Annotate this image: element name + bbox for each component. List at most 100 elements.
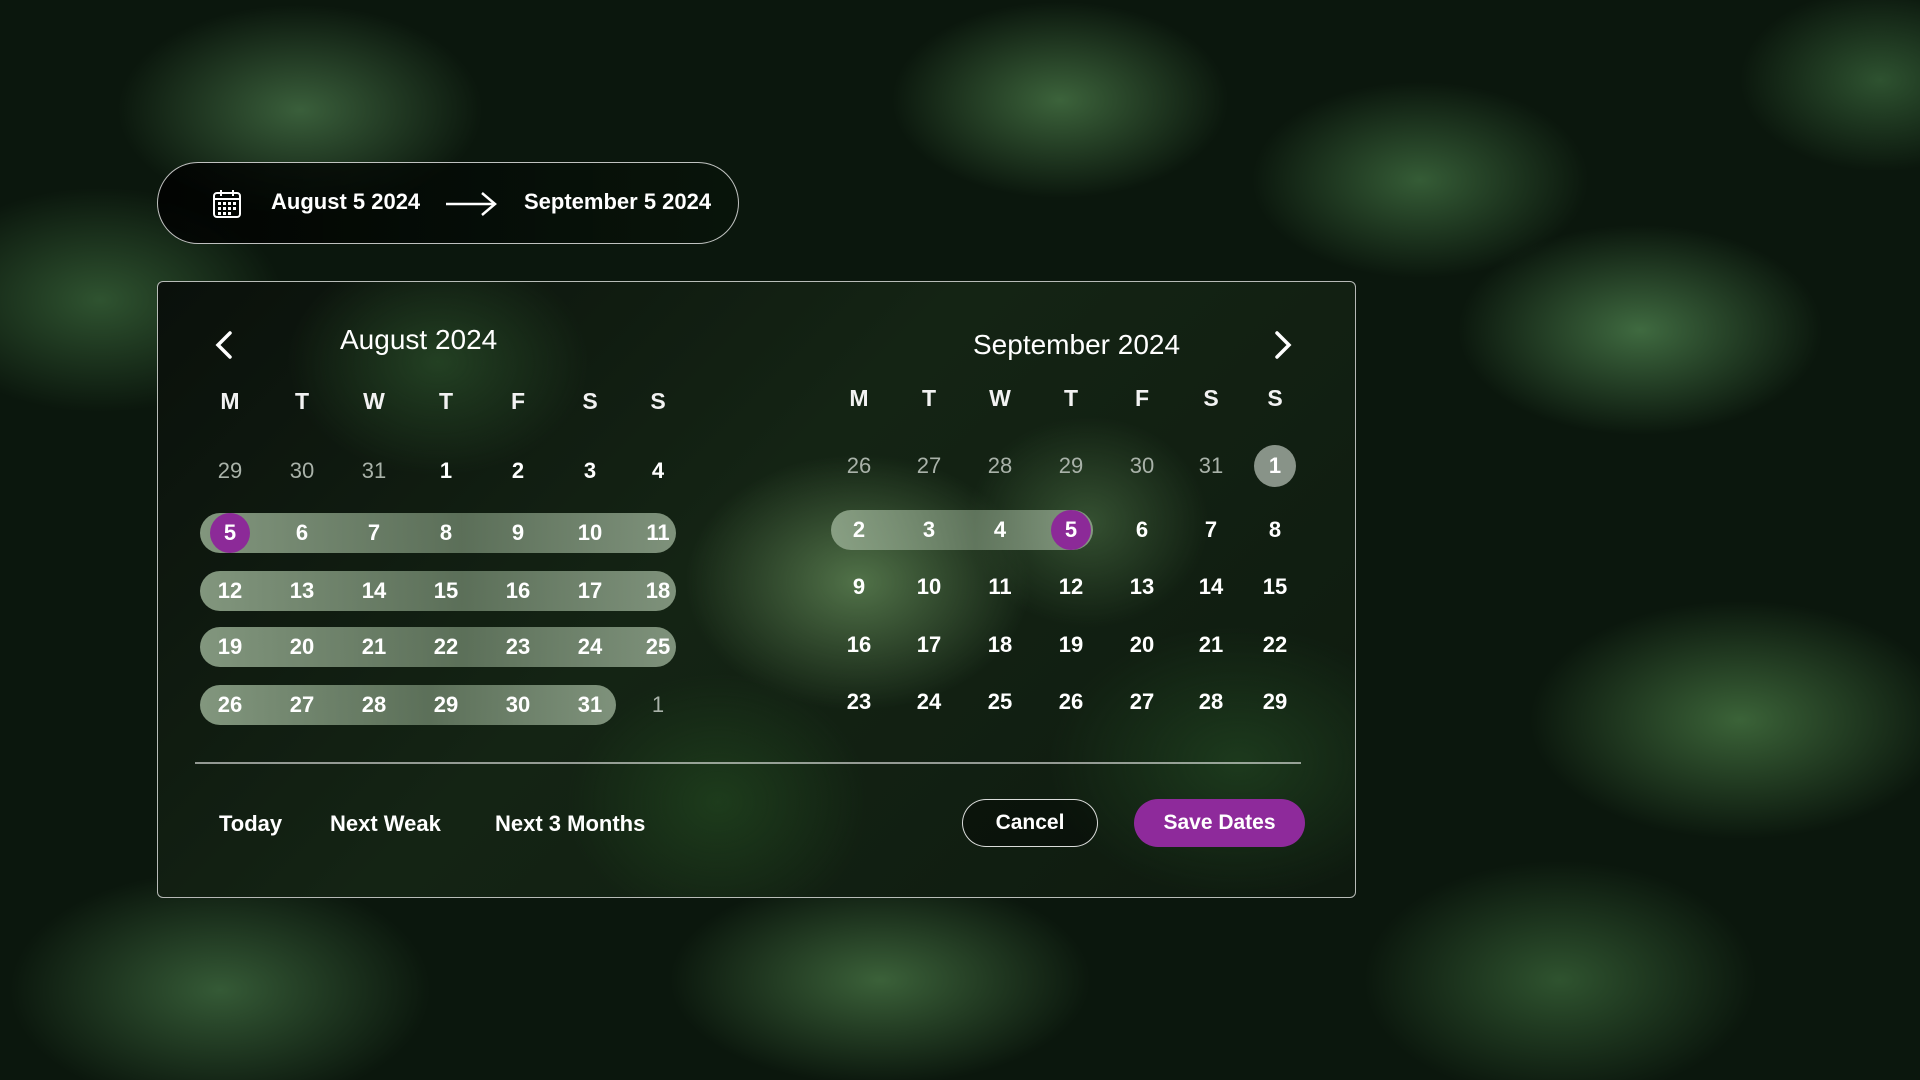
right-day-cell[interactable]: 28 — [978, 446, 1022, 486]
right-day-cell[interactable]: 28 — [1189, 682, 1233, 722]
left-day-cell[interactable]: 30 — [496, 685, 540, 725]
quick-next-3-months-button[interactable]: Next 3 Months — [495, 811, 645, 837]
right-month-title: September 2024 — [973, 329, 1180, 361]
left-day-cell[interactable]: 3 — [568, 451, 612, 491]
left-weekday-6: S — [650, 388, 666, 414]
right-weekday-4: F — [1134, 385, 1150, 411]
left-month-name: August — [340, 324, 428, 355]
right-day-cell[interactable]: 26 — [837, 446, 881, 486]
right-day-cell[interactable]: 12 — [1049, 567, 1093, 607]
left-day-cell[interactable]: 21 — [352, 627, 396, 667]
right-day-cell[interactable]: 24 — [907, 682, 951, 722]
left-day-cell[interactable]: 5 — [210, 513, 250, 553]
chevron-right-icon[interactable] — [1265, 325, 1301, 365]
left-day-cell[interactable]: 14 — [352, 571, 396, 611]
right-day-cell[interactable]: 14 — [1189, 567, 1233, 607]
right-day-cell[interactable]: 21 — [1189, 625, 1233, 665]
left-day-cell[interactable]: 22 — [424, 627, 468, 667]
right-day-cell[interactable]: 18 — [978, 625, 1022, 665]
left-day-cell[interactable]: 31 — [568, 685, 612, 725]
right-day-cell[interactable]: 9 — [837, 567, 881, 607]
left-day-cell[interactable]: 7 — [352, 513, 396, 553]
left-day-cell[interactable]: 31 — [352, 451, 396, 491]
right-day-cell[interactable]: 20 — [1120, 625, 1164, 665]
left-day-cell[interactable]: 15 — [424, 571, 468, 611]
right-day-cell[interactable]: 4 — [978, 510, 1022, 550]
right-month-name: September — [973, 329, 1110, 360]
right-day-cell[interactable]: 30 — [1120, 446, 1164, 486]
left-day-cell[interactable]: 26 — [208, 685, 252, 725]
left-day-cell[interactable]: 19 — [208, 627, 252, 667]
right-day-cell[interactable]: 26 — [1049, 682, 1093, 722]
right-day-cell[interactable]: 10 — [907, 567, 951, 607]
left-weekday-1: T — [294, 388, 310, 414]
right-day-cell[interactable]: 27 — [907, 446, 951, 486]
right-month-year: 2024 — [1117, 329, 1181, 360]
left-day-cell[interactable]: 6 — [280, 513, 324, 553]
left-day-cell[interactable]: 12 — [208, 571, 252, 611]
left-day-cell[interactable]: 24 — [568, 627, 612, 667]
right-day-cell[interactable]: 22 — [1253, 625, 1297, 665]
left-day-cell[interactable]: 25 — [636, 627, 680, 667]
left-day-cell[interactable]: 1 — [424, 451, 468, 491]
right-day-cell[interactable]: 31 — [1189, 446, 1233, 486]
range-bar-aug-week5 — [200, 685, 616, 725]
left-day-cell[interactable]: 28 — [352, 685, 396, 725]
right-day-cell[interactable]: 2 — [837, 510, 881, 550]
quick-today-button[interactable]: Today — [219, 811, 282, 837]
left-day-cell[interactable]: 2 — [496, 451, 540, 491]
right-day-cell[interactable]: 19 — [1049, 625, 1093, 665]
left-day-cell[interactable]: 20 — [280, 627, 324, 667]
cancel-button[interactable]: Cancel — [962, 799, 1098, 847]
left-weekday-5: S — [582, 388, 598, 414]
right-day-cell[interactable]: 1 — [1254, 445, 1296, 487]
left-day-cell[interactable]: 4 — [636, 451, 680, 491]
right-weekday-3: T — [1063, 385, 1079, 411]
chevron-left-icon[interactable] — [206, 325, 242, 365]
right-day-cell[interactable]: 29 — [1049, 446, 1093, 486]
left-weekday-0: M — [220, 388, 240, 414]
start-date-text: August 5 2024 — [271, 189, 421, 214]
left-day-cell[interactable]: 8 — [424, 513, 468, 553]
left-day-cell[interactable]: 13 — [280, 571, 324, 611]
right-day-cell[interactable]: 25 — [978, 682, 1022, 722]
quick-next-week-button[interactable]: Next Weak — [330, 811, 441, 837]
left-day-cell[interactable]: 18 — [636, 571, 680, 611]
right-day-cell[interactable]: 5 — [1051, 510, 1091, 550]
right-day-cell[interactable]: 23 — [837, 682, 881, 722]
left-day-cell[interactable]: 17 — [568, 571, 612, 611]
right-day-cell[interactable]: 7 — [1189, 510, 1233, 550]
right-day-cell[interactable]: 16 — [837, 625, 881, 665]
date-range-input[interactable]: August 5 2024 September 5 2024 — [157, 162, 739, 244]
right-weekday-0: M — [849, 385, 869, 411]
right-day-cell[interactable]: 17 — [907, 625, 951, 665]
right-weekday-2: W — [989, 385, 1011, 411]
left-day-cell[interactable]: 16 — [496, 571, 540, 611]
left-day-cell[interactable]: 29 — [208, 451, 252, 491]
right-day-cell[interactable]: 15 — [1253, 567, 1297, 607]
right-day-cell[interactable]: 3 — [907, 510, 951, 550]
left-day-cell[interactable]: 11 — [636, 513, 680, 553]
right-day-cell[interactable]: 8 — [1253, 510, 1297, 550]
left-month-title: August 2024 — [340, 324, 497, 356]
left-day-cell[interactable]: 23 — [496, 627, 540, 667]
date-picker-panel: August 2024 September 2024 MTWTFSS MTWTF… — [157, 281, 1356, 898]
left-day-cell[interactable]: 27 — [280, 685, 324, 725]
save-dates-button[interactable]: Save Dates — [1134, 799, 1305, 847]
right-day-cell[interactable]: 11 — [978, 567, 1022, 607]
left-weekday-3: T — [438, 388, 454, 414]
left-day-cell[interactable]: 30 — [280, 451, 324, 491]
right-day-cell[interactable]: 6 — [1120, 510, 1164, 550]
left-day-cell[interactable]: 29 — [424, 685, 468, 725]
left-day-cell[interactable]: 1 — [636, 685, 680, 725]
footer-divider — [195, 762, 1301, 764]
left-day-cell[interactable]: 10 — [568, 513, 612, 553]
left-day-cell[interactable]: 9 — [496, 513, 540, 553]
right-day-cell[interactable]: 13 — [1120, 567, 1164, 607]
right-weekday-5: S — [1203, 385, 1219, 411]
end-date-text: September 5 2024 — [524, 189, 712, 214]
left-month-year: 2024 — [434, 324, 498, 355]
right-day-cell[interactable]: 29 — [1253, 682, 1297, 722]
right-weekday-6: S — [1267, 385, 1283, 411]
right-day-cell[interactable]: 27 — [1120, 682, 1164, 722]
